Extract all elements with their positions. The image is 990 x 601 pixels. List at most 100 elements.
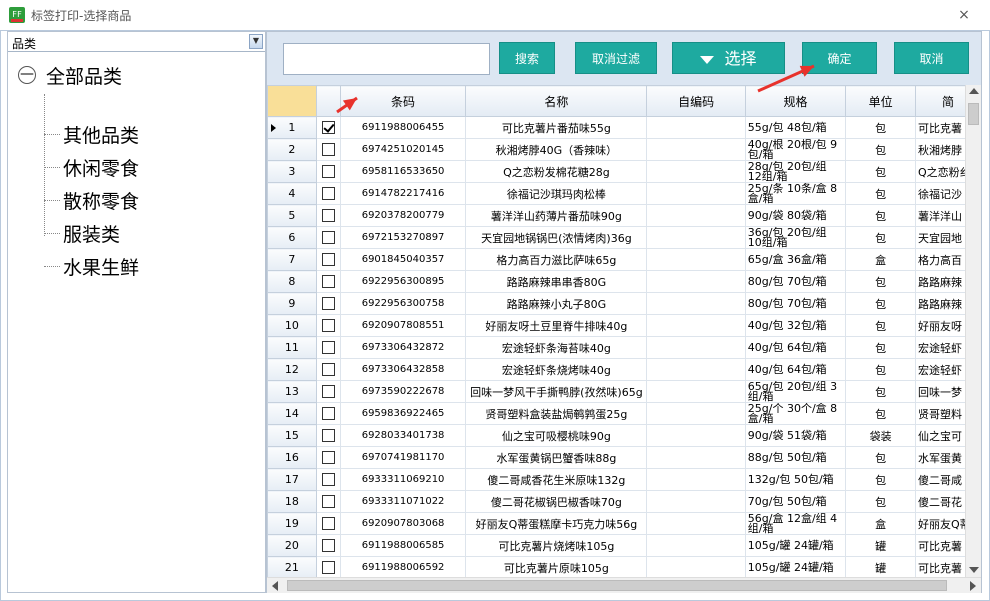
row-checkbox-cell[interactable] (315, 402, 341, 425)
collapse-icon[interactable]: — (18, 66, 36, 84)
own-code-cell[interactable] (646, 424, 746, 447)
unit-cell[interactable]: 包 (845, 292, 916, 315)
barcode-cell[interactable]: 6920907808551 (339, 314, 467, 337)
row-checkbox[interactable] (321, 187, 335, 201)
vertical-scrollbar[interactable] (965, 85, 981, 577)
row-number[interactable]: 14 (267, 402, 317, 425)
own-code-cell[interactable] (646, 402, 746, 425)
barcode-cell[interactable]: 6958116533650 (339, 160, 467, 183)
search-input[interactable] (283, 43, 490, 75)
own-code-cell[interactable] (646, 556, 746, 579)
spec-cell[interactable]: 70g/包 50包/箱 (744, 490, 847, 513)
table-row[interactable]: 3 6958116533650 Q之恋粉发棉花糖28g 28g/包 20包/组 12组… (267, 160, 981, 183)
own-code-cell[interactable] (646, 160, 746, 183)
row-checkbox-cell[interactable] (315, 380, 341, 403)
scroll-up-icon[interactable] (969, 88, 979, 94)
spec-cell[interactable]: 40g/包 32包/箱 (744, 314, 847, 337)
category-combo[interactable]: 品类 ▼ (8, 32, 265, 52)
table-row[interactable]: 8 6922956300895 路路麻辣串串香80G 80g/包 70包/箱包路路麻辣 (267, 270, 981, 293)
row-checkbox[interactable] (321, 473, 335, 487)
own-code-cell[interactable] (646, 116, 746, 139)
row-checkbox[interactable] (321, 165, 335, 179)
tree-node-label[interactable]: 休闲零食 (63, 154, 139, 181)
row-number[interactable]: 2 (267, 138, 317, 161)
name-cell[interactable]: 贤哥塑料盒装盐焗鹌鹑蛋25g (465, 402, 648, 425)
row-checkbox[interactable] (321, 121, 335, 135)
barcode-cell[interactable]: 6959836922465 (339, 402, 467, 425)
table-row[interactable]: 17 6933311069210 傻二哥咸香花生米原味132g 132g/包 50包/… (267, 468, 981, 491)
row-checkbox[interactable] (321, 517, 335, 531)
table-row[interactable]: 15 6928033401738 仙之宝可吸樱桃味90g 90g/袋 51袋/箱 袋装仙… (267, 424, 981, 447)
table-row[interactable]: 18 6933311071022 傻二哥花椒锅巴椒香味70g 70g/包 50包/箱包… (267, 490, 981, 513)
table-row[interactable]: 6 6972153270897 天宜园地锅锅巴(浓情烤肉)36g 36g/包 20包/… (267, 226, 981, 249)
barcode-cell[interactable]: 6922956300758 (339, 292, 467, 315)
unit-cell[interactable]: 包 (845, 446, 916, 469)
name-cell[interactable]: 傻二哥花椒锅巴椒香味70g (465, 490, 648, 513)
select-column-header[interactable] (315, 85, 341, 117)
column-header-spec[interactable]: 规格 (744, 85, 847, 117)
barcode-cell[interactable]: 6933311069210 (339, 468, 467, 491)
own-code-cell[interactable] (646, 446, 746, 469)
own-code-cell[interactable] (646, 292, 746, 315)
row-checkbox[interactable] (321, 385, 335, 399)
row-number[interactable]: 9 (267, 292, 317, 315)
name-cell[interactable]: 路路麻辣小丸子80G (465, 292, 648, 315)
row-checkbox[interactable] (321, 143, 335, 157)
table-row[interactable]: 20 6911988006585 可比克薯片烧烤味105g 105g/罐 24罐/箱罐… (267, 534, 981, 557)
row-checkbox-cell[interactable] (315, 160, 341, 183)
tree-node-category[interactable]: 水果生鲜 (44, 249, 244, 282)
row-checkbox-cell[interactable] (315, 512, 341, 535)
row-number[interactable]: 5 (267, 204, 317, 227)
row-checkbox[interactable] (321, 319, 335, 333)
name-cell[interactable]: 可比克薯片原味105g (465, 556, 648, 579)
tree-node-category[interactable]: 其他品类 (44, 117, 244, 150)
spec-cell[interactable]: 105g/罐 24罐/箱 (744, 556, 847, 579)
table-row[interactable]: 2 6974251020145 秋湘烤脖40G（香辣味） 40g/根 20根/包 9包… (267, 138, 981, 161)
unit-cell[interactable]: 包 (845, 116, 916, 139)
select-dropdown-button[interactable]: 选择 (672, 42, 785, 74)
row-checkbox[interactable] (321, 407, 335, 421)
column-header-own-code[interactable]: 自编码 (646, 85, 746, 117)
row-checkbox-cell[interactable] (315, 138, 341, 161)
barcode-cell[interactable]: 6920378200779 (339, 204, 467, 227)
row-checkbox-cell[interactable] (315, 446, 341, 469)
tree-node-category[interactable]: 散称零食 (44, 183, 244, 216)
row-checkbox-cell[interactable] (315, 424, 341, 447)
name-cell[interactable]: 好丽友呀土豆里脊牛排味40g (465, 314, 648, 337)
row-number[interactable]: 19 (267, 512, 317, 535)
tree-node-label[interactable]: 水果生鲜 (63, 253, 139, 280)
search-button[interactable]: 搜索 (499, 42, 555, 74)
name-cell[interactable]: 可比克薯片烧烤味105g (465, 534, 648, 557)
row-checkbox-cell[interactable] (315, 336, 341, 359)
spec-cell[interactable]: 65g/包 20包/组 3组/箱 (744, 380, 847, 403)
name-cell[interactable]: 傻二哥咸香花生米原味132g (465, 468, 648, 491)
barcode-cell[interactable]: 6933311071022 (339, 490, 467, 513)
unit-cell[interactable]: 包 (845, 138, 916, 161)
column-header-unit[interactable]: 单位 (845, 85, 916, 117)
spec-cell[interactable]: 55g/包 48包/箱 (744, 116, 847, 139)
column-header-name[interactable]: 名称 (465, 85, 648, 117)
table-row[interactable]: 12 6973306432858 宏途轻虾条烧烤味40g 40g/包 64包/箱包宏途… (267, 358, 981, 381)
name-cell[interactable]: 回味一梦风干手撕鸭脖(孜然味)65g (465, 380, 648, 403)
row-number[interactable]: 18 (267, 490, 317, 513)
row-number[interactable]: 11 (267, 336, 317, 359)
row-checkbox[interactable] (321, 275, 335, 289)
own-code-cell[interactable] (646, 204, 746, 227)
row-number[interactable]: 1 (267, 116, 317, 139)
spec-cell[interactable]: 25g/个 30个/盒 8盒/箱 (744, 402, 847, 425)
name-cell[interactable]: 宏途轻虾条烧烤味40g (465, 358, 648, 381)
name-cell[interactable]: 薯洋洋山药薄片番茄味90g (465, 204, 648, 227)
row-checkbox-cell[interactable] (315, 490, 341, 513)
own-code-cell[interactable] (646, 248, 746, 271)
spec-cell[interactable]: 56g/盒 12盒/组 4组/箱 (744, 512, 847, 535)
barcode-cell[interactable]: 6973590222678 (339, 380, 467, 403)
tree-node-category[interactable]: 服装类 (44, 216, 244, 249)
own-code-cell[interactable] (646, 468, 746, 491)
barcode-cell[interactable]: 6922956300895 (339, 270, 467, 293)
table-row[interactable]: 21 6911988006592 可比克薯片原味105g 105g/罐 24罐/箱罐可… (267, 556, 981, 579)
table-row[interactable]: 10 6920907808551 好丽友呀土豆里脊牛排味40g 40g/包 32包/箱… (267, 314, 981, 337)
own-code-cell[interactable] (646, 358, 746, 381)
name-cell[interactable]: 可比克薯片番茄味55g (465, 116, 648, 139)
close-icon[interactable]: × (954, 5, 974, 25)
own-code-cell[interactable] (646, 490, 746, 513)
